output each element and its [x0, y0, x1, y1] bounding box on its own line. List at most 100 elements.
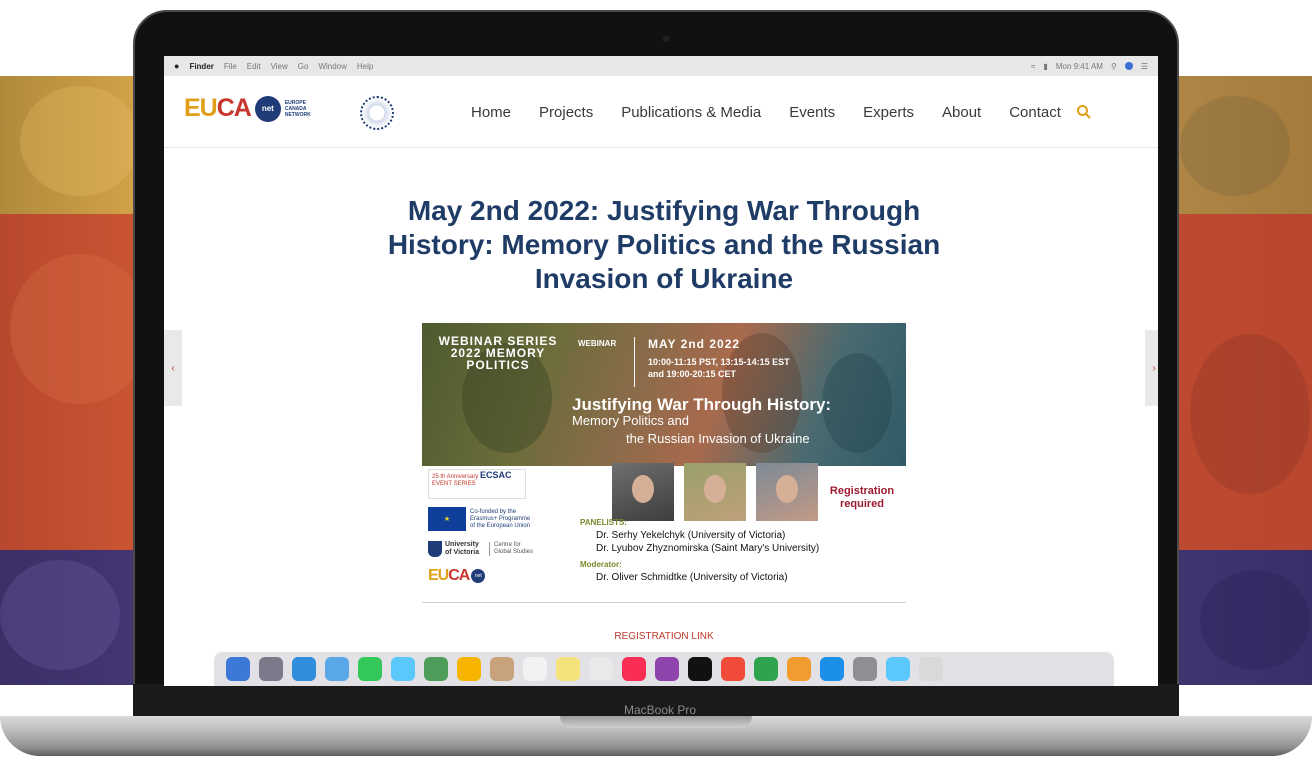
flyer-registration-required: Registration required	[829, 485, 895, 510]
maps-icon[interactable]	[424, 657, 448, 681]
flyer-date: MAY 2nd 2022	[648, 337, 741, 351]
flyer-time-line1: 10:00-11:15 PST, 13:15-14:15 EST	[648, 357, 790, 367]
menubar-item-view[interactable]: View	[271, 62, 288, 71]
finder-icon[interactable]	[226, 657, 250, 681]
flyer-series-title: WEBINAR SERIES 2022 MEMORY POLITICS	[438, 334, 558, 372]
downloads-folder-icon[interactable]	[886, 657, 910, 681]
next-post-arrow-icon[interactable]: ›	[1145, 330, 1158, 406]
pages-icon[interactable]	[787, 657, 811, 681]
background-blob	[20, 86, 140, 196]
reminders-icon[interactable]	[589, 657, 613, 681]
face-shape	[776, 475, 798, 503]
menubar-item-edit[interactable]: Edit	[247, 62, 261, 71]
site-header: EUCA net EUROPE CANADA NETWORK Home Proj…	[164, 76, 1158, 148]
nav-item-publications-media[interactable]: Publications & Media	[621, 104, 761, 121]
flyer-panelist: Dr. Serhy Yekelchyk (University of Victo…	[596, 530, 786, 541]
notification-center-icon[interactable]: ☰	[1141, 62, 1148, 71]
trash-icon[interactable]	[919, 657, 943, 681]
logo-tagline: EUROPE CANADA NETWORK	[284, 99, 311, 118]
nav-item-experts[interactable]: Experts	[863, 104, 914, 121]
background-blob	[1190, 334, 1310, 494]
laptop-notch	[560, 716, 752, 728]
nav-item-contact[interactable]: Contact	[1009, 104, 1061, 121]
background-blob	[1200, 570, 1310, 670]
moderator-photo	[756, 463, 818, 521]
music-icon[interactable]	[622, 657, 646, 681]
nav-item-events[interactable]: Events	[789, 104, 835, 121]
menubar-status-area: ≈ ▮ Mon 9:41 AM ⚲ ☰	[1031, 61, 1148, 71]
flyer-moderator: Dr. Oliver Schmidtke (University of Vict…	[596, 572, 788, 583]
ecsac-logo: 25 th Anniversary ECSAC EVENT SERIES	[428, 469, 526, 499]
menubar-item-help[interactable]: Help	[357, 62, 373, 71]
flyer-subline2: the Russian Invasion of Ukraine	[626, 431, 810, 446]
uvic-separator	[489, 542, 490, 556]
event-flyer-image: WEBINAR SERIES 2022 MEMORY POLITICS WEBI…	[422, 323, 906, 603]
flyer-euca-net-badge: net	[471, 569, 486, 583]
podcasts-icon[interactable]	[655, 657, 679, 681]
uvic-name: University of Victoria	[445, 541, 480, 556]
apple-menu-icon[interactable]: ●	[174, 61, 179, 71]
spotlight-icon[interactable]: ⚲	[1111, 62, 1117, 71]
menubar-clock[interactable]: Mon 9:41 AM	[1056, 62, 1103, 71]
photos-icon[interactable]	[457, 657, 481, 681]
nav-item-projects[interactable]: Projects	[539, 104, 593, 121]
facetime-icon[interactable]	[358, 657, 382, 681]
panelist-photo	[612, 463, 674, 521]
notes-icon[interactable]	[556, 657, 580, 681]
numbers-icon[interactable]	[754, 657, 778, 681]
logo-wordmark: EUCA	[184, 94, 252, 122]
background-blob	[10, 254, 150, 404]
menubar-item-go[interactable]: Go	[298, 62, 309, 71]
partner-globe-logo-icon	[360, 96, 394, 130]
flyer-divider	[634, 337, 635, 387]
flyer-silhouette	[822, 353, 892, 453]
flyer-euca-logo: EUCA net	[428, 567, 538, 585]
flyer-panelists-label: PANELISTS:	[580, 518, 627, 527]
menubar-app-name[interactable]: Finder	[189, 62, 213, 71]
camera-dot	[663, 36, 669, 42]
site-logo[interactable]: EUCA net EUROPE CANADA NETWORK	[184, 94, 323, 123]
tv-icon[interactable]	[688, 657, 712, 681]
page-title: May 2nd 2022: Justifying War Through His…	[387, 195, 941, 294]
main-nav: Home Projects Publications & Media Event…	[471, 104, 1061, 121]
nav-item-home[interactable]: Home	[471, 104, 511, 121]
eu-cofunded-text: Co-funded by the Erasmus+ Programme of t…	[470, 508, 531, 529]
mac-dock	[214, 652, 1114, 686]
laptop-model-label: MacBook Pro	[623, 703, 697, 717]
launchpad-icon[interactable]	[259, 657, 283, 681]
flyer-subline1: Memory Politics and	[572, 413, 690, 428]
app-store-icon[interactable]	[820, 657, 844, 681]
uvic-centre-name: Centre for Global Studies	[494, 542, 534, 555]
menubar-item-file[interactable]: File	[224, 62, 237, 71]
logo-net-badge: net	[254, 95, 281, 122]
wifi-icon[interactable]: ≈	[1031, 62, 1035, 71]
search-icon[interactable]	[1076, 104, 1092, 120]
uvic-crest-icon	[428, 541, 442, 557]
registration-link[interactable]: REGISTRATION LINK	[564, 631, 764, 642]
flyer-time-line2: and 19:00-20:15 CET	[648, 369, 737, 379]
contacts-icon[interactable]	[490, 657, 514, 681]
menubar-item-window[interactable]: Window	[318, 62, 346, 71]
flyer-moderator-label: Moderator:	[580, 560, 622, 569]
system-preferences-icon[interactable]	[853, 657, 877, 681]
flyer-sponsors: 25 th Anniversary ECSAC EVENT SERIES ★ C…	[428, 469, 538, 585]
prev-post-arrow-icon[interactable]: ‹	[164, 330, 182, 406]
calendar-icon[interactable]	[523, 657, 547, 681]
siri-icon[interactable]	[1124, 61, 1133, 70]
mac-menubar: ● Finder File Edit View Go Window Help ≈…	[164, 56, 1158, 76]
news-icon[interactable]	[721, 657, 745, 681]
eu-cofunded-logo: ★ Co-funded by the Erasmus+ Programme of…	[428, 507, 538, 531]
background-blob	[1180, 96, 1290, 196]
uvic-logo: University of Victoria Centre for Global…	[428, 541, 538, 557]
messages-icon[interactable]	[391, 657, 415, 681]
safari-icon[interactable]	[292, 657, 316, 681]
panelist-photo	[684, 463, 746, 521]
battery-icon[interactable]: ▮	[1043, 62, 1047, 71]
flyer-euca-wordmark: EUCA	[428, 567, 470, 584]
face-shape	[632, 475, 654, 503]
mail-icon[interactable]	[325, 657, 349, 681]
flyer-headline: Justifying War Through History:	[572, 395, 832, 414]
background-blob	[0, 560, 120, 670]
nav-item-about[interactable]: About	[942, 104, 981, 121]
flyer-banner: WEBINAR SERIES 2022 MEMORY POLITICS WEBI…	[422, 323, 906, 466]
